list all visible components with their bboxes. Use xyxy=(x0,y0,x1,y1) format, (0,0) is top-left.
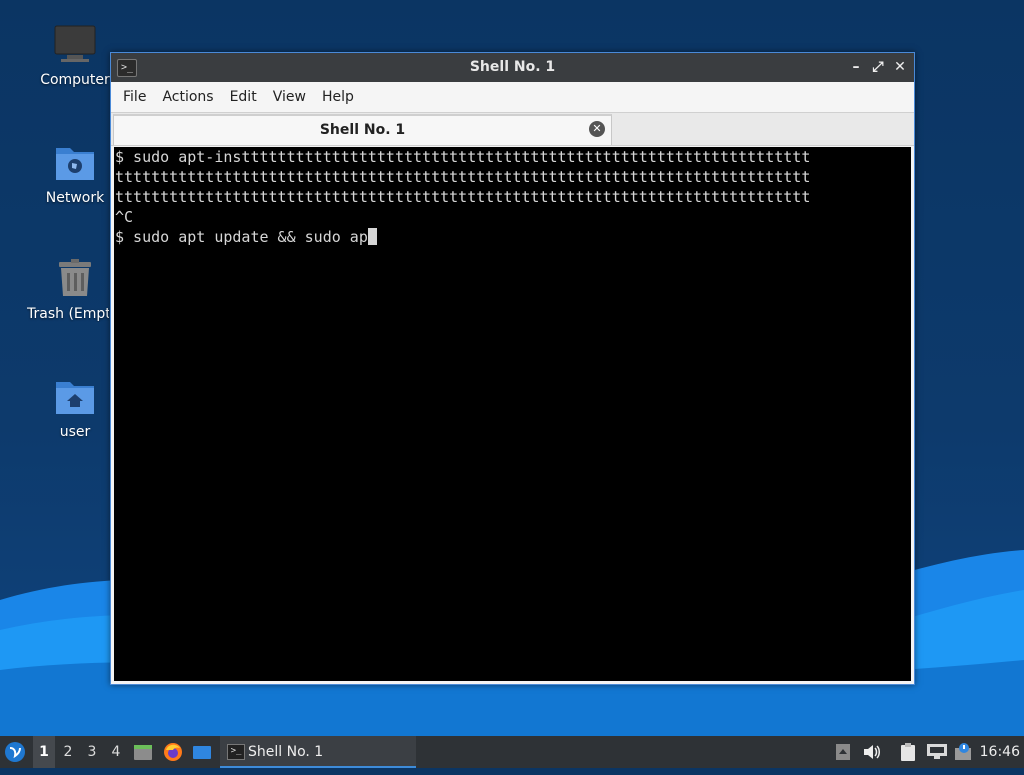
desktop-icon-home[interactable]: user xyxy=(27,374,123,440)
desktop-icon-label: Computer xyxy=(40,72,110,88)
terminal-line: tttttttttttttttttttttttttttttttttttttttt… xyxy=(115,168,811,186)
terminal-line: $ sudo apt-instttttttttttttttttttttttttt… xyxy=(115,148,811,166)
volume-icon[interactable] xyxy=(862,736,882,768)
taskbar-item-label: Shell No. 1 xyxy=(248,744,324,760)
workspace-3[interactable]: 3 xyxy=(81,736,103,768)
terminal-line: ^C xyxy=(115,208,134,226)
workspace-4[interactable]: 4 xyxy=(105,736,127,768)
desktop-icon-label: user xyxy=(59,424,91,440)
tab-label: Shell No. 1 xyxy=(319,122,406,138)
terminal-output[interactable]: $ sudo apt-instttttttttttttttttttttttttt… xyxy=(114,147,911,681)
start-menu-button[interactable] xyxy=(4,736,28,768)
network-folder-icon xyxy=(53,140,97,184)
workspace-2[interactable]: 2 xyxy=(57,736,79,768)
computer-icon xyxy=(53,22,97,66)
menu-help[interactable]: Help xyxy=(314,89,362,105)
terminal-icon: >_ xyxy=(227,744,245,760)
close-icon[interactable]: ✕ xyxy=(892,57,908,77)
update-notifier-icon[interactable] xyxy=(953,736,975,768)
menu-edit[interactable]: Edit xyxy=(222,89,265,105)
menu-actions[interactable]: Actions xyxy=(154,89,221,105)
clock[interactable]: 16:46 xyxy=(980,736,1020,768)
window-title: Shell No. 1 xyxy=(469,59,556,75)
lxqt-logo-icon xyxy=(5,742,25,762)
terminal-current-input: $ sudo apt update && sudo ap xyxy=(115,228,368,246)
trash-icon xyxy=(53,256,97,300)
firefox-icon xyxy=(164,743,182,761)
maximize-icon[interactable]: ⤢ xyxy=(870,57,886,77)
desktop-icon xyxy=(193,746,211,759)
terminal-prompt-line: $ sudo apt update && sudo ap xyxy=(115,227,911,247)
menu-file[interactable]: File xyxy=(115,89,154,105)
menubar: File Actions Edit View Help xyxy=(111,82,914,112)
desktop-icon-label: Network xyxy=(45,190,105,206)
desktop-icon-computer[interactable]: Computer xyxy=(27,22,123,88)
home-folder-icon xyxy=(53,374,97,418)
terminal-line: tttttttttttttttttttttttttttttttttttttttt… xyxy=(115,188,811,206)
text-cursor xyxy=(367,228,377,245)
tray-arrow-icon[interactable] xyxy=(835,736,853,768)
desktop-icon-trash[interactable]: Trash (Empty) xyxy=(27,256,123,322)
desktop-icon-label: Trash (Empty) xyxy=(27,306,109,322)
workspace-1[interactable]: 1 xyxy=(33,736,55,768)
menu-view[interactable]: View xyxy=(265,89,314,105)
clipboard-icon[interactable] xyxy=(898,736,918,768)
taskbar: 1 2 3 4 >_ Shell No. 1 16:46 xyxy=(0,736,1024,768)
tab-shell-1[interactable]: Shell No. 1 ✕ xyxy=(113,114,612,145)
show-desktop-launcher[interactable] xyxy=(192,736,214,768)
terminal-window: >_ Shell No. 1 – ⤢ ✕ File Actions Edit V… xyxy=(110,52,915,685)
taskbar-item-shell[interactable]: >_ Shell No. 1 xyxy=(220,736,416,768)
window-titlebar[interactable]: >_ Shell No. 1 – ⤢ ✕ xyxy=(111,53,914,82)
minimize-icon[interactable]: – xyxy=(848,57,864,77)
network-status-icon[interactable] xyxy=(926,736,948,768)
tab-close-icon[interactable]: ✕ xyxy=(589,121,605,137)
file-manager-icon xyxy=(134,745,152,760)
firefox-launcher[interactable] xyxy=(163,736,185,768)
desktop-icon-network[interactable]: Network xyxy=(27,140,123,206)
file-manager-launcher[interactable] xyxy=(133,736,155,768)
tab-bar: Shell No. 1 ✕ xyxy=(111,112,914,146)
